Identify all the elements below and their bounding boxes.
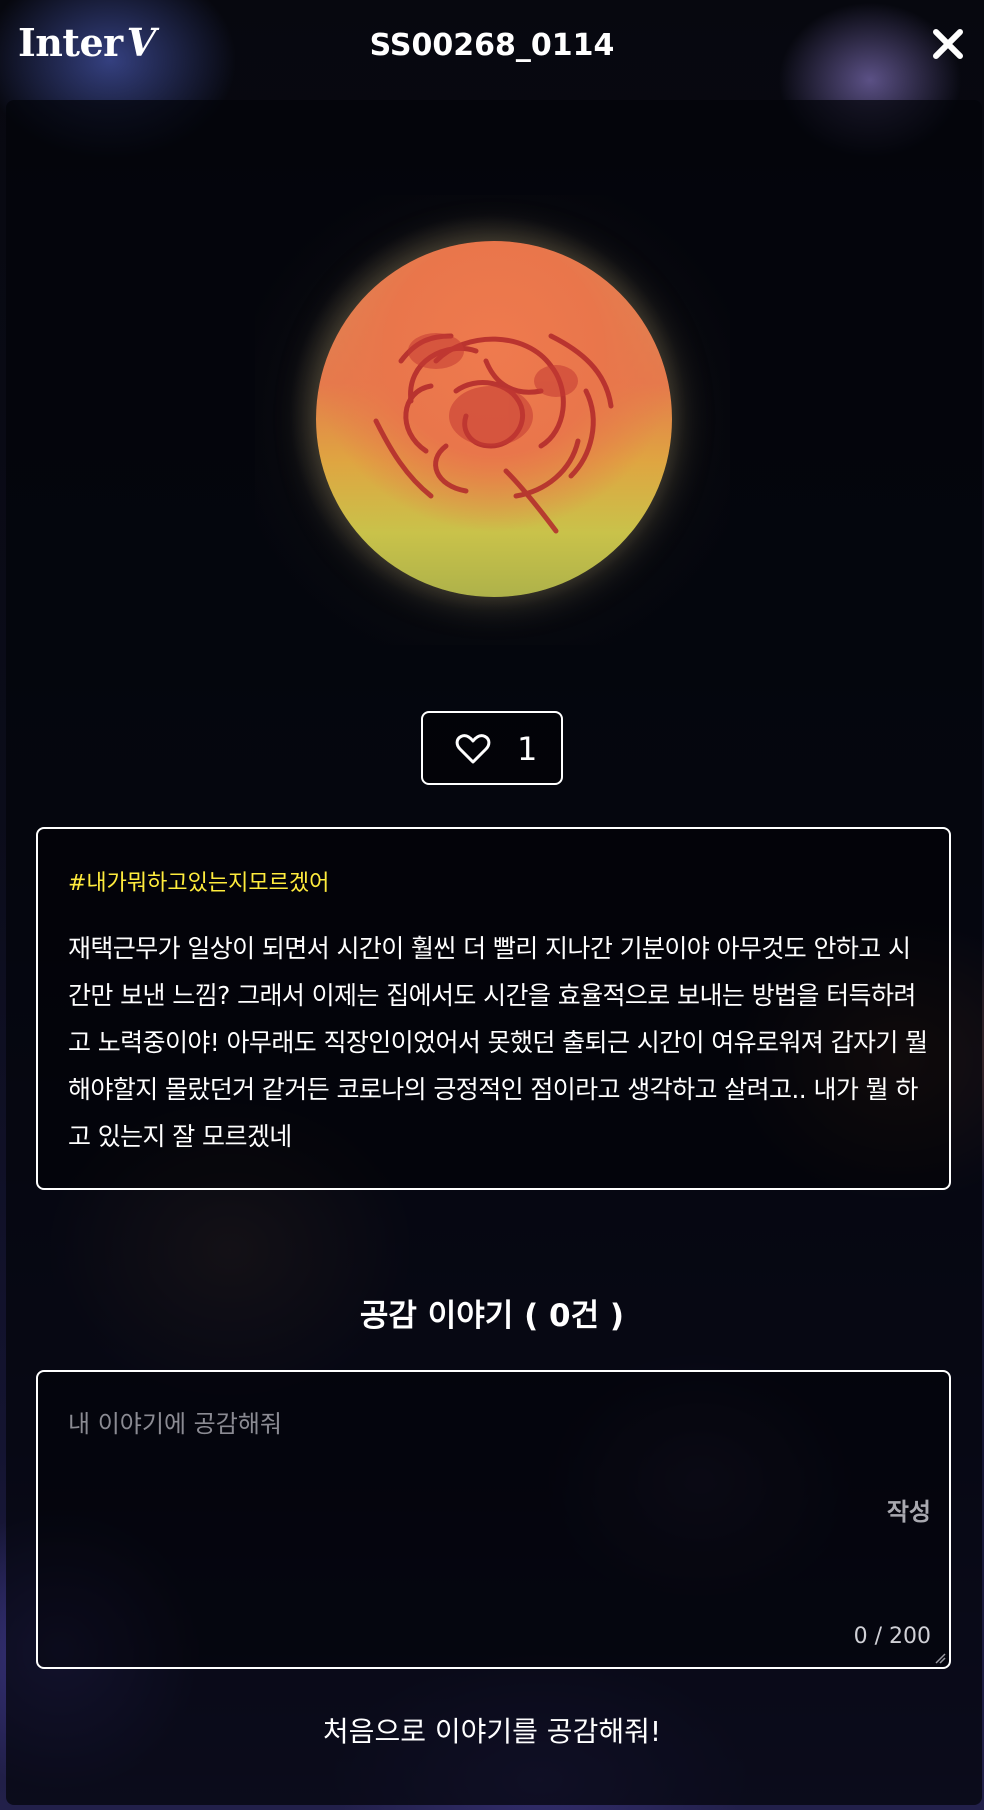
close-button[interactable] bbox=[930, 26, 966, 62]
planet-image bbox=[316, 241, 672, 597]
page-root: Inter V SS00268_0114 1 #내가뭐하고있는지모르겠어 재택근… bbox=[0, 0, 984, 1810]
story-hashtag: #내가뭐하고있는지모르겠어 bbox=[68, 871, 330, 896]
resize-handle-icon[interactable] bbox=[934, 1652, 946, 1664]
empty-comments-message: 처음으로 이야기를 공감해줘! bbox=[322, 1715, 662, 1748]
submit-comment-button[interactable]: 작성 bbox=[887, 1492, 931, 1527]
story-text: 재택근무가 일상이 되면서 시간이 훨씬 더 빨리 지나간 기분이야 아무것도 … bbox=[68, 934, 928, 1151]
close-icon bbox=[933, 29, 963, 59]
char-counter: 0 / 200 bbox=[853, 1624, 931, 1649]
heart-icon bbox=[455, 734, 491, 764]
comments-heading: 공감 이야기 ( 0건 ) bbox=[359, 1298, 625, 1334]
story-card: #내가뭐하고있는지모르겠어 재택근무가 일상이 되면서 시간이 훨씬 더 빨리 … bbox=[36, 827, 951, 1190]
header: Inter V SS00268_0114 bbox=[0, 0, 984, 92]
page-title: SS00268_0114 bbox=[369, 28, 615, 63]
comment-form: 작성 0 / 200 bbox=[36, 1370, 951, 1669]
flower-pattern bbox=[373, 333, 614, 534]
comment-input[interactable] bbox=[66, 1402, 890, 1606]
like-count: 1 bbox=[517, 730, 538, 768]
like-button[interactable]: 1 bbox=[421, 711, 563, 785]
